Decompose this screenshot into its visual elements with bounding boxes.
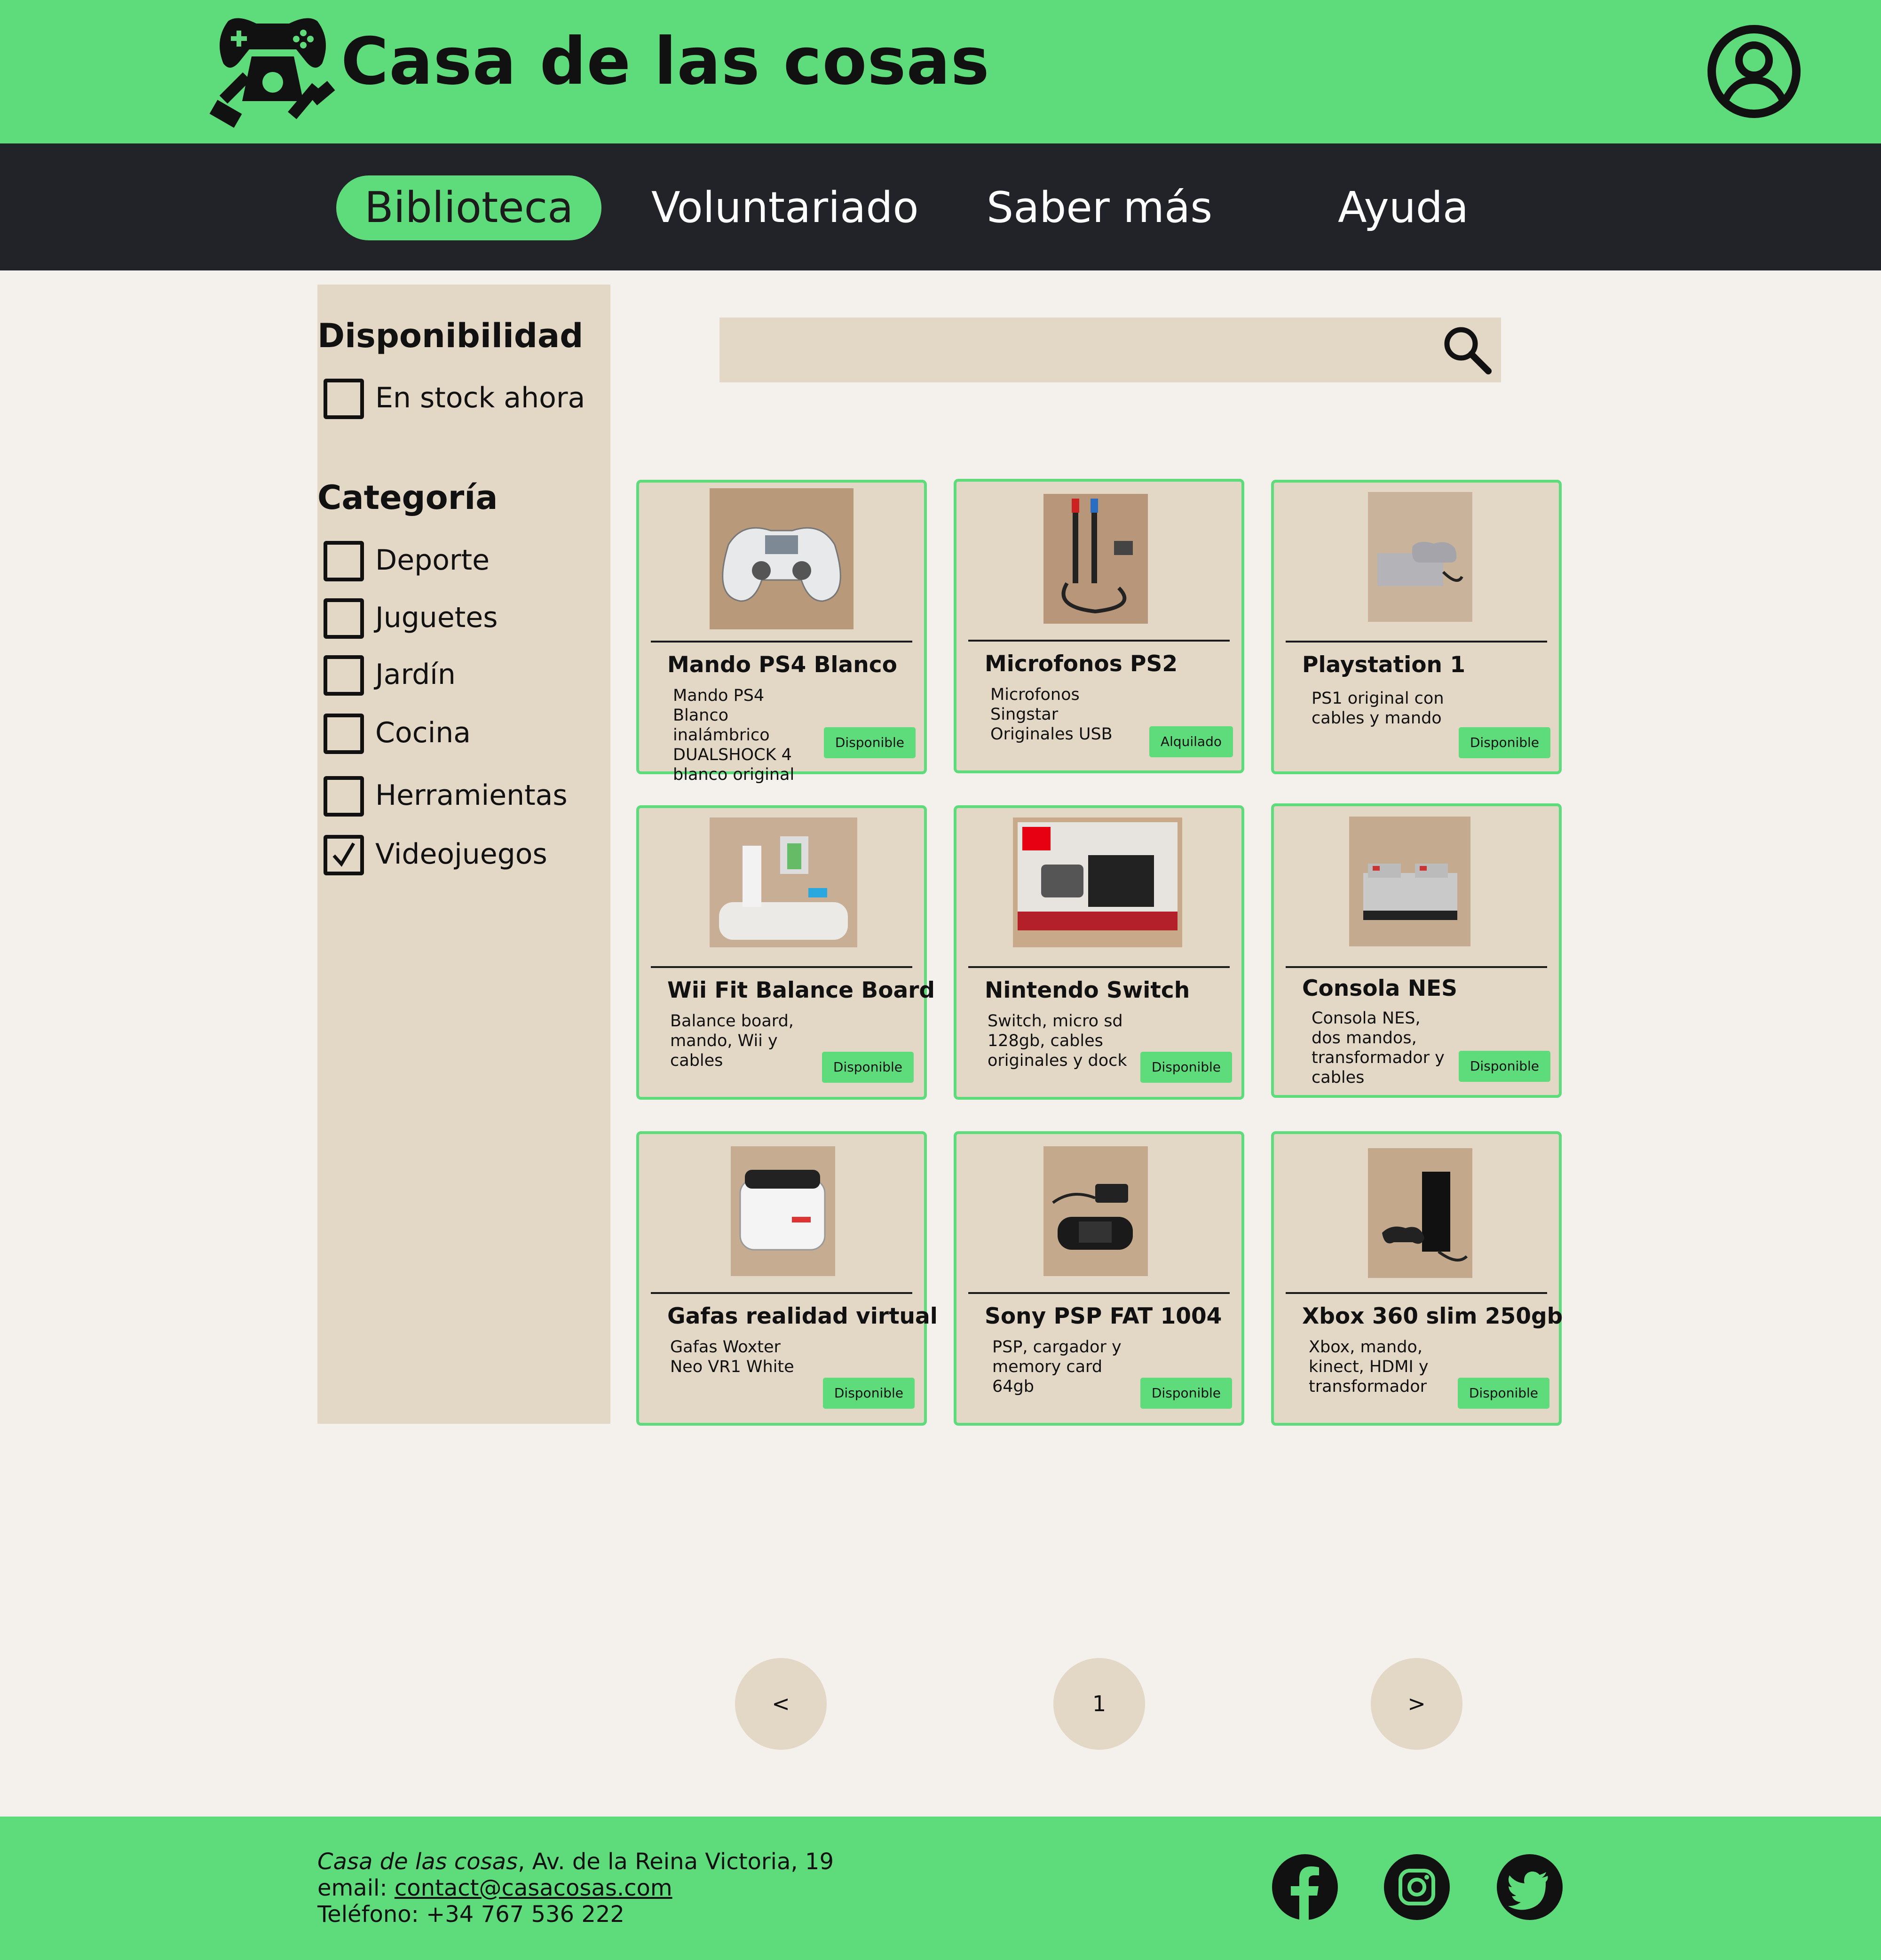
divider — [968, 640, 1230, 642]
availability-heading: Disponibilidad — [317, 317, 584, 355]
category-heading: Categoría — [317, 478, 498, 517]
balance-board-image — [710, 817, 857, 947]
search-input[interactable] — [719, 317, 1439, 382]
xbox-image — [1368, 1148, 1472, 1278]
checkbox[interactable] — [324, 655, 364, 696]
product-card[interactable]: Sony PSP FAT 1004 PSP, cargador y memory… — [954, 1131, 1244, 1426]
filter-label: Jardín — [375, 658, 456, 691]
checkbox[interactable] — [324, 541, 364, 581]
switch-box-image — [1013, 817, 1182, 947]
gamepad-tools-logo-icon[interactable] — [209, 12, 336, 129]
divider — [651, 641, 912, 643]
product-card[interactable]: Mando PS4 Blanco Mando PS4 Blanco inalám… — [636, 480, 927, 784]
contact-info: Casa de las cosas, Av. de la Reina Victo… — [317, 1849, 834, 1928]
product-card[interactable]: Xbox 360 slim 250gb Xbox, mando, kinect,… — [1271, 1131, 1563, 1426]
product-card[interactable]: Playstation 1 PS1 original con cables y … — [1271, 480, 1562, 774]
product-description: Switch, micro sd 128gb, cables originale… — [988, 1012, 1127, 1070]
filter-sidebar: Disponibilidad En stock ahora Categoría … — [317, 285, 610, 1424]
status-badge[interactable]: Disponible — [1140, 1052, 1232, 1083]
product-title: Gafas realidad virtual — [667, 1303, 938, 1329]
product-description: PS1 original con cables y mando — [1312, 689, 1444, 728]
product-description: Gafas Woxter Neo VR1 White — [670, 1338, 794, 1376]
search-bar — [719, 317, 1501, 382]
email-link[interactable]: contact@casacosas.com — [395, 1875, 672, 1901]
facebook-icon[interactable] — [1272, 1854, 1338, 1920]
filter-label: Juguetes — [375, 601, 498, 634]
nav-item-voluntariado[interactable]: Voluntariado — [651, 175, 919, 240]
instagram-icon[interactable] — [1384, 1854, 1450, 1920]
product-card[interactable]: Consola NES Consola NES, dos mandos, tra… — [1271, 803, 1562, 1098]
divider — [1286, 641, 1547, 643]
product-card[interactable]: Gafas realidad virtual Gafas Woxter Neo … — [636, 1131, 938, 1426]
divider — [968, 1292, 1230, 1294]
product-title: Sony PSP FAT 1004 — [985, 1303, 1222, 1329]
vr-headset-image — [731, 1146, 835, 1276]
filter-label: En stock ahora — [375, 381, 585, 414]
product-title: Mando PS4 Blanco — [667, 652, 897, 678]
status-badge[interactable]: Disponible — [1457, 1378, 1549, 1409]
microphones-image — [1043, 494, 1148, 624]
address: , Av. de la Reina Victoria, 19 — [518, 1849, 834, 1875]
checkmark-icon — [332, 842, 356, 867]
divider — [651, 1292, 912, 1294]
status-badge[interactable]: Disponible — [822, 1052, 914, 1083]
divider — [1286, 966, 1547, 968]
checkbox[interactable] — [324, 714, 364, 754]
divider — [651, 966, 912, 968]
divider — [1286, 1292, 1547, 1294]
nav-item-ayuda[interactable]: Ayuda — [1338, 175, 1469, 240]
site-footer: Casa de las cosas, Av. de la Reina Victo… — [0, 1817, 1881, 1960]
nav-item-biblioteca[interactable]: Biblioteca — [336, 175, 602, 240]
email-label: email: — [317, 1875, 395, 1901]
status-badge[interactable]: Disponible — [823, 727, 916, 758]
user-account-icon[interactable] — [1706, 24, 1802, 120]
current-page-button[interactable]: 1 — [1053, 1658, 1145, 1750]
site-title[interactable]: Casa de las cosas — [341, 24, 990, 99]
product-title: Playstation 1 — [1302, 652, 1466, 678]
filter-label: Cocina — [375, 716, 471, 749]
checkbox[interactable] — [324, 598, 364, 639]
divider — [968, 966, 1230, 968]
console-image — [1368, 492, 1472, 622]
product-card[interactable]: Nintendo Switch Switch, micro sd 128gb, … — [954, 805, 1244, 1100]
product-title: Wii Fit Balance Board — [667, 977, 935, 1003]
product-description: Consola NES, dos mandos, transformador y… — [1312, 1009, 1445, 1087]
nes-console-image — [1349, 817, 1470, 946]
status-badge[interactable]: Disponible — [822, 1378, 915, 1409]
product-card[interactable]: Microfonos PS2 Microfonos Singstar Origi… — [954, 479, 1244, 773]
status-badge[interactable]: Disponible — [1458, 1051, 1550, 1082]
controller-image — [710, 488, 854, 629]
product-card[interactable]: Wii Fit Balance Board Balance board, man… — [636, 805, 935, 1100]
product-description: Microfonos Singstar Originales USB — [990, 685, 1113, 744]
product-description: PSP, cargador y memory card 64gb — [992, 1338, 1122, 1396]
main-nav: Biblioteca Voluntariado Saber más Ayuda — [0, 143, 1881, 270]
checkbox-checked[interactable] — [324, 835, 364, 875]
org-name: Casa de las cosas — [317, 1849, 518, 1875]
prev-page-button[interactable]: < — [735, 1658, 827, 1750]
checkbox[interactable] — [324, 776, 364, 817]
product-description: Mando PS4 Blanco inalámbrico DUALSHOCK 4… — [673, 686, 795, 784]
checkbox[interactable] — [324, 379, 364, 419]
search-icon[interactable] — [1441, 324, 1493, 376]
product-title: Nintendo Switch — [985, 977, 1190, 1003]
psp-image — [1043, 1146, 1148, 1276]
status-badge[interactable]: Disponible — [1458, 727, 1550, 758]
status-badge[interactable]: Alquilado — [1149, 726, 1233, 757]
next-page-button[interactable]: > — [1371, 1658, 1462, 1750]
product-title: Consola NES — [1302, 976, 1457, 1001]
nav-item-saber-mas[interactable]: Saber más — [987, 175, 1212, 240]
product-description: Xbox, mando, kinect, HDMI y transformado… — [1309, 1338, 1429, 1396]
site-header: Casa de las cosas — [0, 0, 1881, 143]
twitter-icon[interactable] — [1497, 1854, 1563, 1920]
product-title: Xbox 360 slim 250gb — [1302, 1303, 1563, 1329]
filter-label: Herramientas — [375, 779, 568, 812]
product-title: Microfonos PS2 — [985, 651, 1178, 677]
product-description: Balance board, mando, Wii y cables — [670, 1012, 794, 1070]
phone: Teléfono: +34 767 536 222 — [317, 1901, 624, 1928]
filter-label: Deporte — [375, 544, 490, 577]
status-badge[interactable]: Disponible — [1140, 1378, 1232, 1409]
filter-label: Videojuegos — [375, 838, 547, 871]
